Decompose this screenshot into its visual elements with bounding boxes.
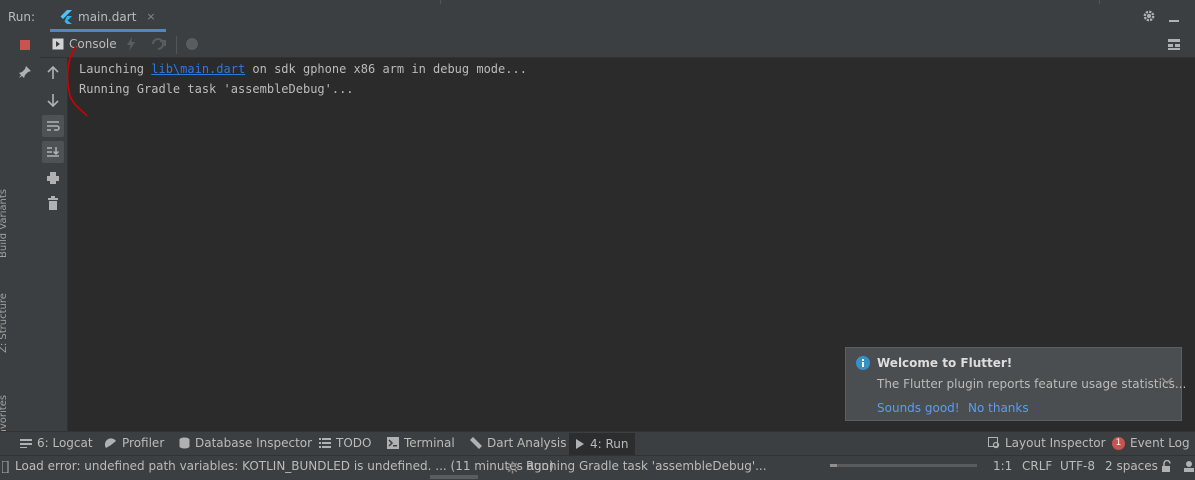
layout-inspector-label: Layout Inspector bbox=[1005, 436, 1106, 450]
run-side-toolbar bbox=[13, 33, 40, 431]
info-icon bbox=[856, 356, 870, 370]
layout-inspector-icon bbox=[988, 437, 1000, 449]
flutter-icon bbox=[60, 9, 72, 24]
console-toolbar: Console bbox=[40, 33, 1195, 58]
indent-setting[interactable]: 2 spaces bbox=[1105, 459, 1158, 473]
caret-position[interactable]: 1:1 bbox=[993, 459, 1012, 473]
expand-chevron-icon[interactable] bbox=[1161, 377, 1173, 385]
tab-main-dart[interactable]: main.dart × bbox=[50, 4, 166, 32]
header-divider bbox=[440, 0, 441, 4]
left-tool-strip: Build Variants Z: Structure 2: Favorites bbox=[0, 33, 14, 453]
open-devtools-icon[interactable] bbox=[185, 37, 199, 51]
no-thanks-link[interactable]: No thanks bbox=[968, 401, 1029, 415]
dart-icon bbox=[470, 437, 482, 449]
welcome-notification: Welcome to Flutter! The Flutter plugin r… bbox=[845, 347, 1186, 421]
run-label: Run: bbox=[8, 10, 36, 24]
hot-restart-icon[interactable] bbox=[151, 37, 167, 51]
build-variants-tab[interactable]: Build Variants bbox=[0, 189, 9, 258]
dart-analysis-tab[interactable]: Dart Analysis bbox=[470, 436, 567, 450]
sounds-good-link[interactable]: Sounds good! bbox=[877, 401, 960, 415]
red-annotation-stroke bbox=[66, 45, 88, 117]
console-line: Launching lib\main.dart on sdk gphone x8… bbox=[79, 62, 527, 76]
terminal-label: Terminal bbox=[404, 436, 455, 450]
run-panel-header: Run: main.dart × bbox=[0, 0, 1195, 34]
stop-icon[interactable] bbox=[14, 34, 36, 56]
task-progress-bar[interactable] bbox=[830, 464, 977, 467]
todo-tab[interactable]: TODO bbox=[319, 436, 371, 450]
hide-panel-icon[interactable] bbox=[1168, 9, 1180, 23]
toolbar-separator bbox=[176, 36, 177, 54]
terminal-icon bbox=[387, 437, 399, 449]
line-separator[interactable]: CRLF bbox=[1022, 459, 1052, 473]
progress-spinner-icon bbox=[506, 461, 519, 474]
toggle-tool-windows-icon[interactable] bbox=[2, 461, 10, 473]
clear-trash-icon[interactable] bbox=[42, 192, 64, 214]
event-log-tab[interactable]: 1 Event Log bbox=[1112, 436, 1190, 450]
tab-close-icon[interactable]: × bbox=[146, 10, 155, 23]
header-divider bbox=[1099, 0, 1100, 4]
file-link[interactable]: lib\main.dart bbox=[151, 62, 245, 76]
structure-tab[interactable]: Z: Structure bbox=[0, 293, 9, 353]
todo-label: TODO bbox=[336, 436, 372, 450]
notification-body: The Flutter plugin reports feature usage… bbox=[877, 377, 1187, 391]
layout-inspector-tab[interactable]: Layout Inspector bbox=[988, 436, 1106, 450]
database-icon bbox=[179, 437, 190, 449]
file-encoding[interactable]: UTF-8 bbox=[1060, 459, 1095, 473]
pin-icon[interactable] bbox=[14, 61, 36, 83]
console-line: Running Gradle task 'assembleDebug'... bbox=[79, 82, 354, 96]
hot-reload-icon[interactable] bbox=[126, 37, 136, 51]
profiler-label: Profiler bbox=[122, 436, 165, 450]
run-tab[interactable]: 4: Run bbox=[569, 433, 635, 455]
logcat-icon bbox=[20, 438, 32, 448]
status-bar: Load error: undefined path variables: KO… bbox=[0, 455, 1195, 480]
tab-title: main.dart bbox=[78, 9, 137, 24]
logcat-label: 6: Logcat bbox=[37, 436, 93, 450]
inspection-icon[interactable] bbox=[1183, 460, 1195, 473]
dart-analysis-label: Dart Analysis bbox=[487, 436, 567, 450]
event-log-count: 1 bbox=[1115, 438, 1122, 448]
status-message[interactable]: Load error: undefined path variables: KO… bbox=[15, 459, 554, 473]
settings-gear-icon[interactable] bbox=[1142, 9, 1156, 23]
unlock-icon[interactable] bbox=[1161, 460, 1173, 473]
terminal-tab[interactable]: Terminal bbox=[387, 436, 455, 450]
profiler-tab[interactable]: Profiler bbox=[105, 436, 164, 450]
task-progress-fill bbox=[830, 464, 838, 467]
event-log-label: Event Log bbox=[1130, 436, 1190, 450]
run-play-icon bbox=[575, 439, 585, 449]
layout-options-icon[interactable] bbox=[1167, 37, 1181, 51]
notification-title: Welcome to Flutter! bbox=[877, 356, 1013, 370]
tool-windows-bar: 6: Logcat Profiler Database Inspector TO… bbox=[0, 431, 1195, 456]
horizontal-scrollbar-thumb[interactable] bbox=[430, 475, 478, 479]
logcat-tab[interactable]: 6: Logcat bbox=[20, 436, 93, 450]
print-icon[interactable] bbox=[42, 167, 64, 189]
profiler-icon bbox=[105, 437, 117, 449]
run-label-tab: 4: Run bbox=[590, 437, 629, 451]
database-inspector-tab[interactable]: Database Inspector bbox=[179, 436, 312, 450]
console-text: on sdk gphone x86 arm in debug mode... bbox=[245, 62, 527, 76]
scroll-to-end-icon[interactable] bbox=[42, 141, 64, 163]
todo-list-icon bbox=[319, 438, 331, 448]
database-inspector-label: Database Inspector bbox=[195, 436, 313, 450]
event-log-badge: 1 bbox=[1112, 436, 1125, 450]
running-task-text[interactable]: Running Gradle task 'assembleDebug'... bbox=[526, 459, 767, 473]
